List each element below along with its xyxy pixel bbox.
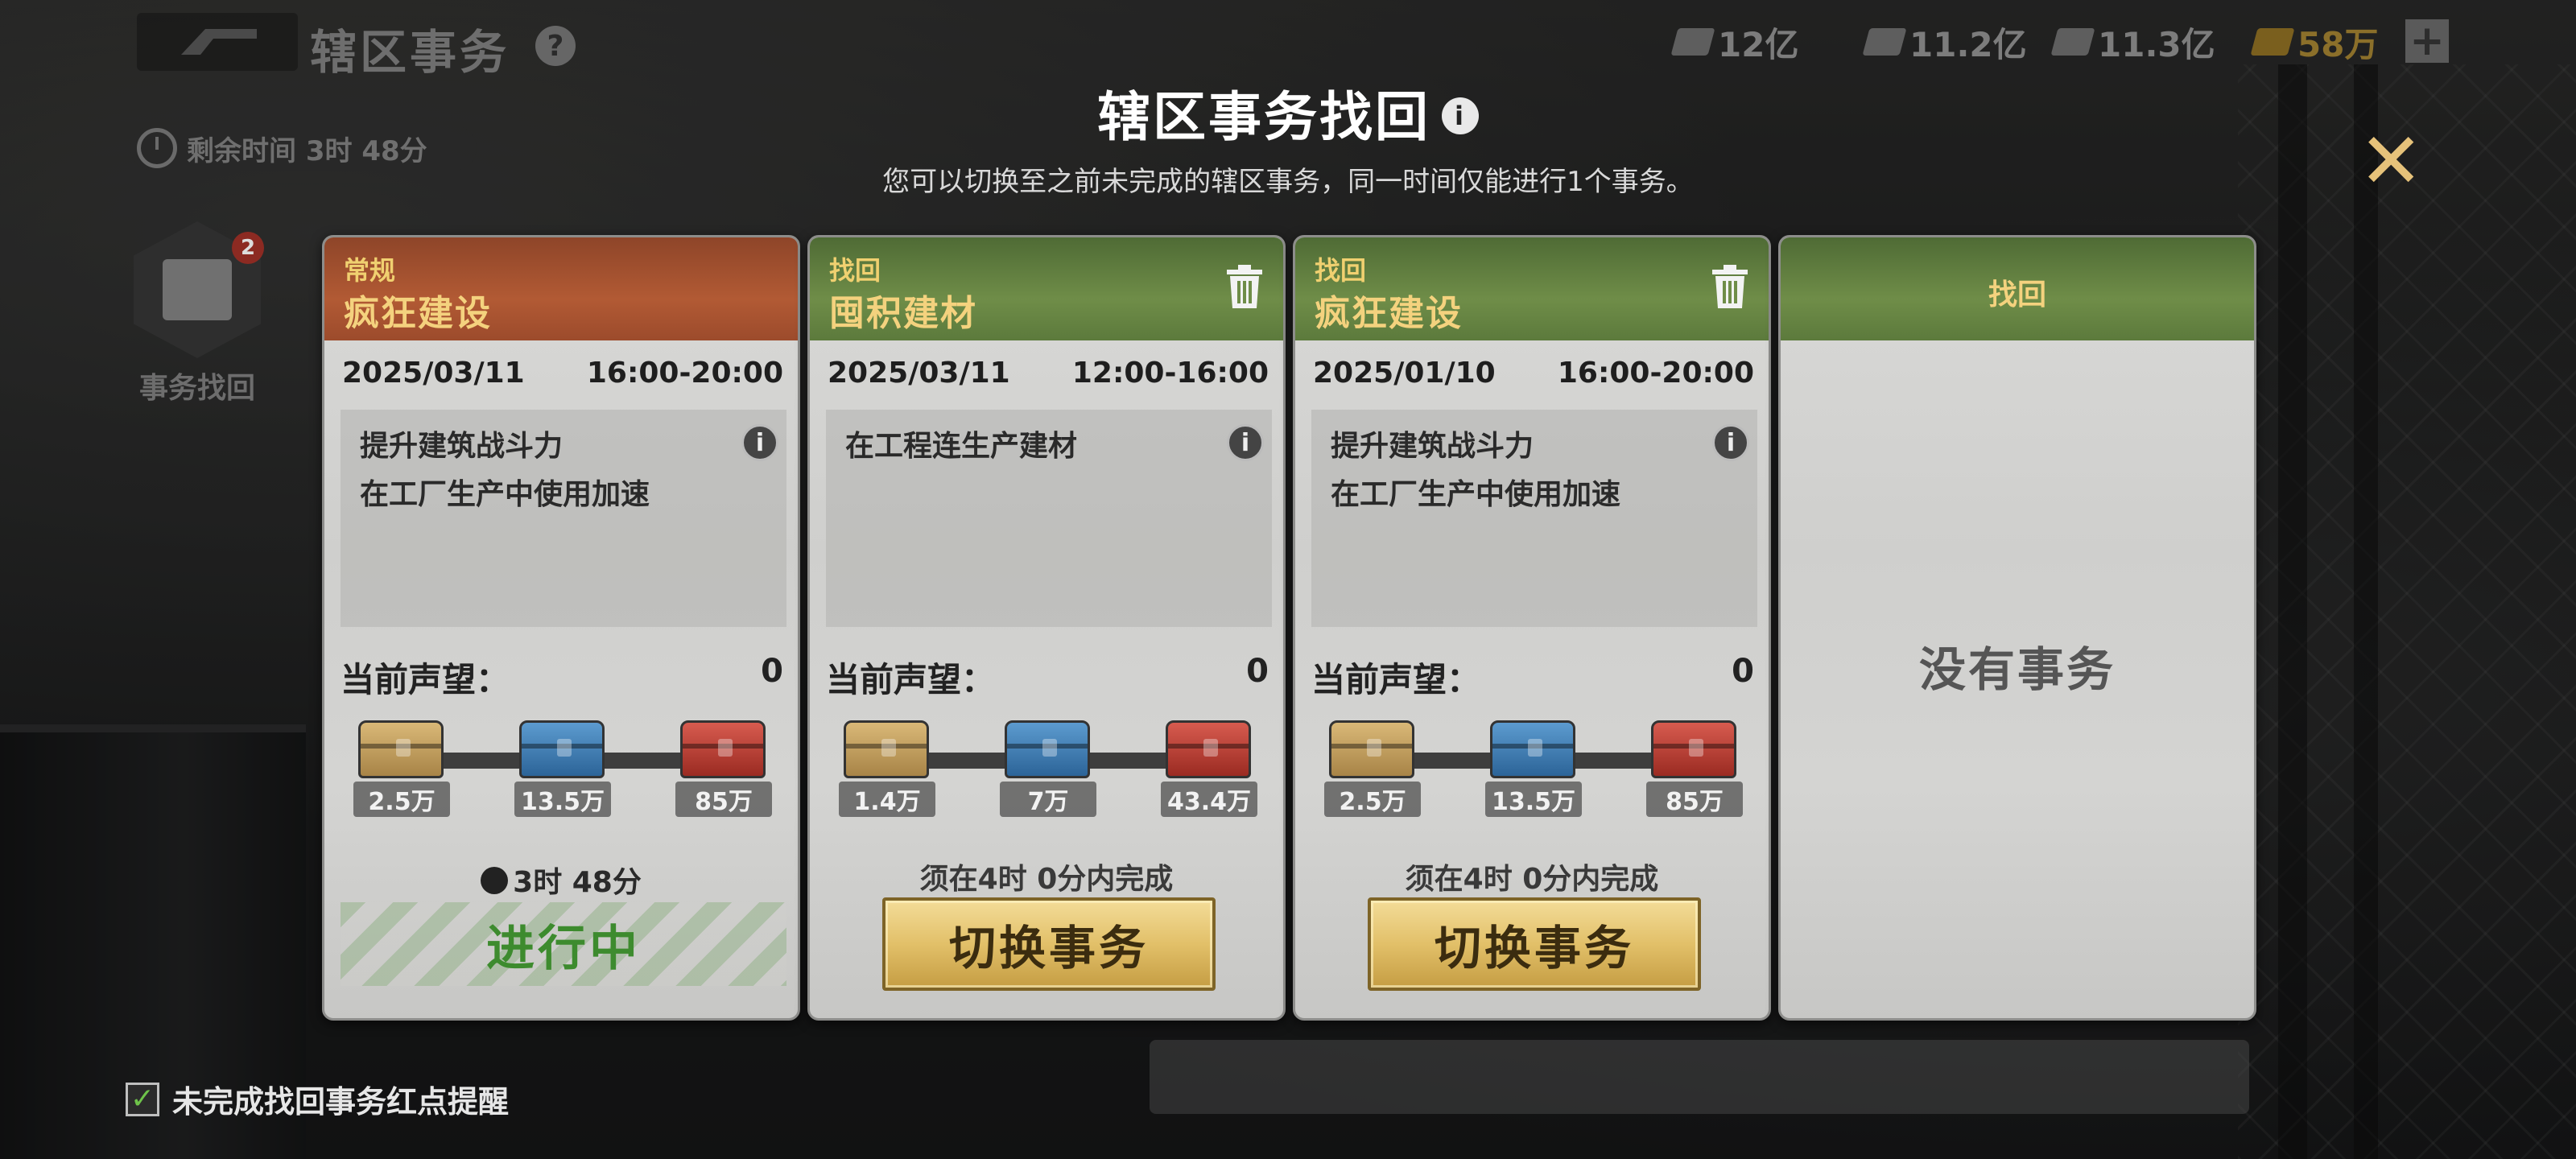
- card-header: 找回: [1781, 237, 2254, 340]
- card-type: 找回: [1988, 278, 2046, 311]
- card-header: 找回 疯狂建设: [1295, 237, 1769, 340]
- reward-amount: 7万: [1000, 782, 1096, 817]
- notification-badge: 2: [232, 232, 264, 264]
- affair-card-empty: 找回 没有事务: [1778, 235, 2256, 1021]
- resource-ammo-value: 11.3亿: [2098, 24, 2215, 64]
- reward-amount: 85万: [675, 782, 772, 817]
- status-text: 进行中: [486, 920, 641, 977]
- description-box: 提升建筑战斗力 在工厂生产中使用加速 i: [1311, 410, 1757, 627]
- back-button[interactable]: [137, 13, 298, 71]
- card-type: 找回: [829, 255, 881, 286]
- description-line: 在工程连生产建材: [845, 430, 1078, 463]
- reputation-value: 0: [761, 653, 783, 690]
- recover-side-label: 事务找回: [138, 372, 255, 405]
- info-icon[interactable]: i: [1442, 97, 1479, 134]
- info-icon[interactable]: i: [741, 424, 778, 461]
- reward-chest-blue[interactable]: [519, 720, 605, 778]
- affair-card-recover: 找回 囤积建材 2025/03/11 12:00-16:00 在工程连生产建材 …: [807, 235, 1286, 1021]
- reminder-option[interactable]: ✓ 未完成找回事务红点提醒: [126, 1077, 509, 1121]
- countdown: 3时 48分: [324, 859, 798, 901]
- resource-materials-value: 11.2亿: [1909, 24, 2027, 64]
- deadline-text: 须在4时 0分内完成: [1405, 863, 1659, 896]
- cash-icon: [1670, 28, 1715, 56]
- reward-chest-red[interactable]: [1651, 720, 1736, 778]
- description-line: 在工厂生产中使用加速: [1331, 478, 1621, 511]
- affair-card-current: 常规 疯狂建设 2025/03/11 16:00-20:00 提升建筑战斗力 在…: [322, 235, 800, 1021]
- switch-affair-button[interactable]: 切换事务: [882, 897, 1216, 991]
- card-header: 常规 疯狂建设: [324, 237, 798, 340]
- affair-card-recover: 找回 疯狂建设 2025/01/10 16:00-20:00 提升建筑战斗力 在…: [1293, 235, 1771, 1021]
- reward-chest-tan[interactable]: [1329, 720, 1414, 778]
- page-title: 辖区事务: [310, 25, 510, 80]
- card-date: 2025/03/11: [342, 357, 525, 390]
- reward-chest-tan[interactable]: [358, 720, 444, 778]
- reward-chest-blue[interactable]: [1005, 720, 1090, 778]
- card-time: 16:00-20:00: [1557, 357, 1754, 390]
- modal-title-text: 辖区事务找回: [1097, 86, 1430, 148]
- reward-amount: 1.4万: [839, 782, 935, 817]
- modal-title: 辖区事务找回 i: [0, 74, 2576, 151]
- reward-amount: 13.5万: [1485, 782, 1582, 817]
- card-name: 疯狂建设: [344, 293, 492, 334]
- bottom-panel: [1150, 1040, 2249, 1114]
- card-type: 找回: [1315, 255, 1367, 286]
- reward-chest-blue[interactable]: [1490, 720, 1575, 778]
- card-name: 疯狂建设: [1315, 293, 1463, 334]
- reputation-label: 当前声望：: [826, 660, 996, 699]
- reputation-label: 当前声望：: [1311, 660, 1481, 699]
- modal-subtitle: 您可以切换至之前未完成的辖区事务，同一时间仅能进行1个事务。: [882, 166, 1694, 198]
- reward-amount: 2.5万: [353, 782, 450, 817]
- gold-icon: [2250, 28, 2295, 56]
- reward-chest-red[interactable]: [1166, 720, 1251, 778]
- empty-text: 没有事务: [1918, 642, 2116, 697]
- description-line: 提升建筑战斗力: [1331, 430, 1534, 463]
- close-button[interactable]: ✕: [2359, 122, 2423, 200]
- add-gold-button[interactable]: +: [2405, 17, 2449, 65]
- reputation-value: 0: [1246, 653, 1269, 690]
- resource-materials[interactable]: 11.2亿: [1862, 19, 2027, 64]
- countdown-text: 3时 48分: [513, 866, 642, 899]
- checkmark-icon: ✓: [130, 1083, 155, 1116]
- reward-chest-red[interactable]: [680, 720, 766, 778]
- card-time: 16:00-20:00: [586, 357, 783, 390]
- back-arrow-icon: [181, 29, 257, 55]
- description-line: 提升建筑战斗力: [360, 430, 564, 463]
- card-date: 2025/01/10: [1313, 357, 1496, 390]
- resource-gold-value: 58万: [2297, 24, 2379, 64]
- card-name: 囤积建材: [829, 293, 977, 334]
- card-header: 找回 囤积建材: [810, 237, 1283, 340]
- reward-chest-tan[interactable]: [844, 720, 929, 778]
- card-date: 2025/03/11: [828, 357, 1010, 390]
- reminder-label: 未完成找回事务红点提醒: [172, 1084, 510, 1120]
- description-line: 在工厂生产中使用加速: [360, 478, 650, 511]
- trash-icon[interactable]: [1709, 263, 1751, 310]
- resource-cash[interactable]: 12亿: [1670, 19, 1799, 64]
- reward-amount: 85万: [1646, 782, 1743, 817]
- resource-ammo[interactable]: 11.3亿: [2050, 19, 2215, 64]
- clock-icon: [481, 867, 509, 894]
- deadline-text: 须在4时 0分内完成: [919, 863, 1174, 896]
- info-icon[interactable]: i: [1712, 424, 1749, 461]
- reputation-value: 0: [1732, 653, 1754, 690]
- materials-icon: [1862, 28, 1907, 56]
- info-icon[interactable]: i: [1227, 424, 1264, 461]
- reward-amount: 43.4万: [1161, 782, 1257, 817]
- trash-icon[interactable]: [1224, 263, 1265, 310]
- resource-gold[interactable]: 58万: [2250, 19, 2379, 64]
- reputation-label: 当前声望：: [341, 660, 510, 699]
- ammo-icon: [2050, 28, 2095, 56]
- description-box: 提升建筑战斗力 在工厂生产中使用加速 i: [341, 410, 786, 627]
- in-progress-bar: 进行中: [341, 902, 786, 986]
- help-icon[interactable]: ?: [535, 26, 576, 66]
- document-stack-icon: [163, 259, 232, 320]
- reminder-checkbox[interactable]: ✓: [126, 1082, 159, 1116]
- switch-affair-button[interactable]: 切换事务: [1368, 897, 1701, 991]
- description-box: 在工程连生产建材 i: [826, 410, 1272, 627]
- card-type: 常规: [344, 255, 396, 286]
- card-time: 12:00-16:00: [1071, 357, 1269, 390]
- reward-amount: 13.5万: [514, 782, 611, 817]
- reward-amount: 2.5万: [1324, 782, 1421, 817]
- resource-cash-value: 12亿: [1718, 24, 1799, 64]
